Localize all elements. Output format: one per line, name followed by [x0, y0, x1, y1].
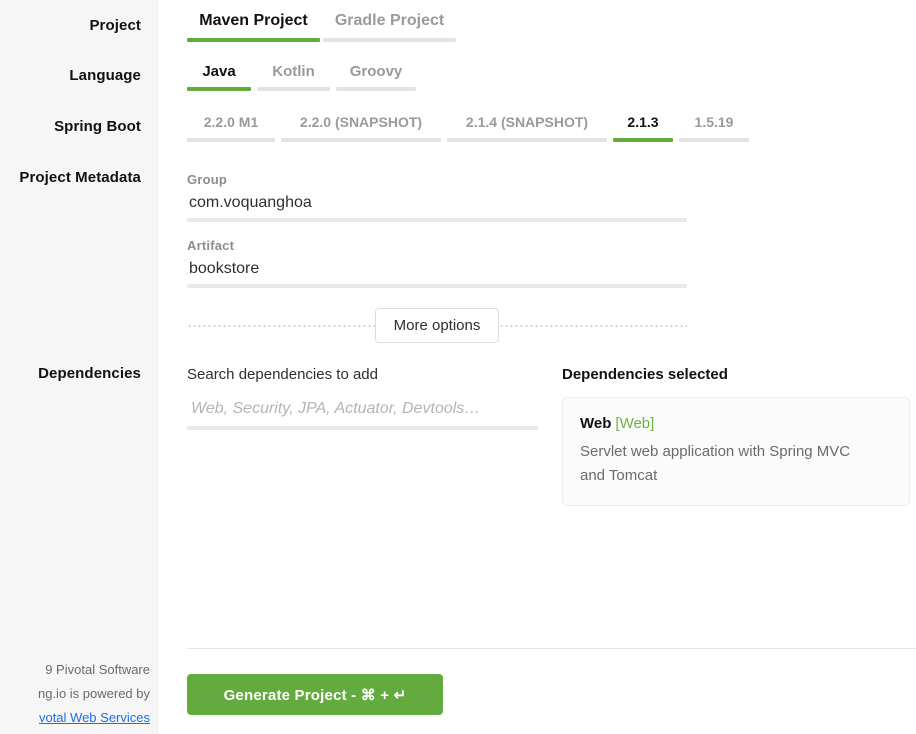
dependencies-search-underline	[187, 426, 538, 430]
sidebar-label-project: Project	[89, 17, 141, 34]
artifact-field-label: Artifact	[187, 238, 235, 253]
footer-copyright-line: 9 Pivotal Software	[45, 662, 150, 677]
tab-gradle-project-indicator	[323, 38, 456, 42]
tab-boot-2-2-0-m1[interactable]: 2.2.0 M1	[187, 114, 275, 142]
tab-boot-2-1-3-indicator	[613, 138, 673, 142]
spring-boot-version-tabs: 2.2.0 M1 2.2.0 (SNAPSHOT) 2.1.4 (SNAPSHO…	[187, 114, 749, 142]
tab-groovy-label: Groovy	[349, 63, 403, 80]
more-options-button[interactable]: More options	[374, 308, 500, 343]
tab-kotlin[interactable]: Kotlin	[257, 63, 330, 91]
dependencies-search-input[interactable]	[187, 400, 538, 426]
generate-project-button[interactable]: Generate Project - ⌘ + ↵	[187, 674, 443, 715]
dependency-tag: [Web]	[615, 415, 655, 432]
dependencies-search-title: Search dependencies to add	[187, 366, 378, 383]
tab-boot-2-2-0-snapshot-label: 2.2.0 (SNAPSHOT)	[299, 114, 423, 130]
sidebar-label-spring-boot: Spring Boot	[54, 118, 141, 135]
project-type-tabs: Maven Project Gradle Project	[187, 12, 456, 42]
tab-boot-2-1-4-snapshot-indicator	[447, 138, 607, 142]
artifact-field: Artifact	[187, 238, 687, 288]
dependencies-search-wrapper	[187, 400, 538, 430]
group-field-label: Group	[187, 172, 227, 187]
dependency-description: Servlet web application with Spring MVC …	[580, 443, 851, 484]
tab-maven-project[interactable]: Maven Project	[187, 12, 320, 42]
tab-gradle-project-label: Gradle Project	[334, 12, 445, 29]
tab-maven-project-indicator	[187, 38, 320, 42]
tab-boot-1-5-19-indicator	[679, 138, 749, 142]
tab-gradle-project[interactable]: Gradle Project	[323, 12, 456, 42]
tab-maven-project-label: Maven Project	[199, 12, 308, 29]
language-tabs: Java Kotlin Groovy	[187, 63, 416, 91]
tab-java[interactable]: Java	[187, 63, 251, 91]
tab-boot-2-2-0-snapshot-indicator	[281, 138, 441, 142]
tab-boot-2-1-3-label: 2.1.3	[627, 114, 659, 130]
footer-pivotal-web-services-link[interactable]: votal Web Services	[39, 710, 150, 725]
tab-java-indicator	[187, 87, 251, 91]
tab-groovy-indicator	[336, 87, 416, 91]
tab-boot-2-2-0-m1-indicator	[187, 138, 275, 142]
tab-boot-2-1-4-snapshot-label: 2.1.4 (SNAPSHOT)	[465, 114, 589, 130]
group-field: Group	[187, 172, 687, 222]
tab-java-label: Java	[202, 63, 236, 80]
divider-left	[187, 324, 375, 327]
tab-boot-2-1-4-snapshot[interactable]: 2.1.4 (SNAPSHOT)	[447, 114, 607, 142]
tab-boot-2-2-0-snapshot[interactable]: 2.2.0 (SNAPSHOT)	[281, 114, 441, 142]
tab-kotlin-indicator	[257, 87, 330, 91]
tab-groovy[interactable]: Groovy	[336, 63, 416, 91]
footer-poweredby-line: ng.io is powered by	[37, 686, 150, 701]
tab-boot-2-2-0-m1-label: 2.2.0 M1	[203, 114, 259, 130]
sidebar-label-language: Language	[69, 67, 141, 84]
tab-kotlin-label: Kotlin	[272, 63, 315, 80]
artifact-input[interactable]	[187, 259, 687, 284]
bottom-divider	[187, 648, 916, 649]
group-field-underline	[187, 218, 687, 222]
footer: 9 Pivotal Software ng.io is powered by v…	[0, 658, 158, 730]
group-input[interactable]	[187, 193, 687, 218]
tab-boot-2-1-3[interactable]: 2.1.3	[613, 114, 673, 142]
dependencies-selected-title: Dependencies selected	[562, 366, 728, 383]
sidebar: Project Language Spring Boot Project Met…	[0, 0, 158, 734]
dependency-card-web[interactable]: Web [Web] Servlet web application with Sp…	[562, 397, 910, 506]
main-content: Maven Project Gradle Project Java Kotlin…	[158, 0, 916, 734]
tab-boot-1-5-19-label: 1.5.19	[694, 114, 734, 130]
more-options-row: More options	[187, 308, 687, 343]
sidebar-label-project-metadata: Project Metadata	[19, 169, 141, 186]
artifact-field-underline	[187, 284, 687, 288]
divider-right	[499, 324, 687, 327]
dependency-name: Web	[580, 415, 612, 432]
dependency-card-header: Web [Web]	[580, 413, 892, 434]
tab-boot-1-5-19[interactable]: 1.5.19	[679, 114, 749, 142]
sidebar-label-dependencies: Dependencies	[38, 365, 141, 382]
